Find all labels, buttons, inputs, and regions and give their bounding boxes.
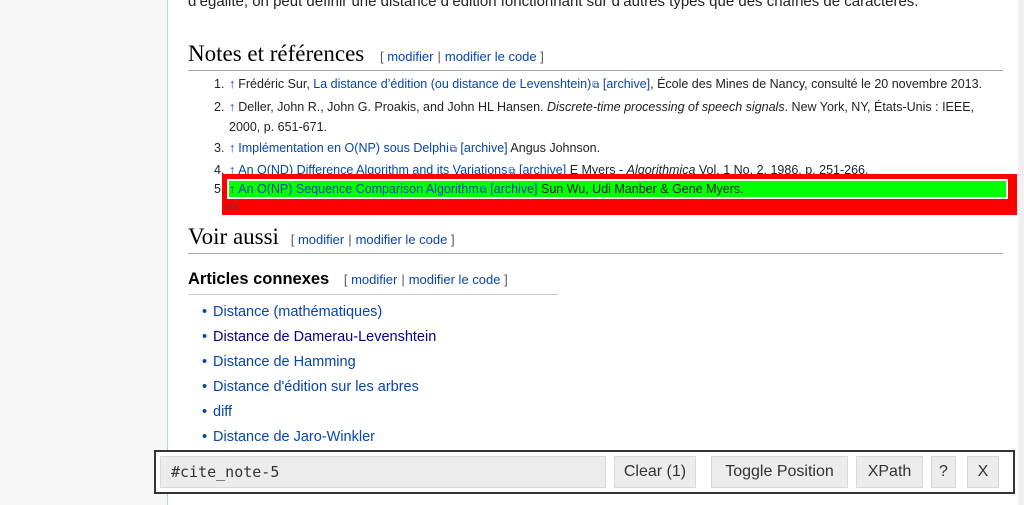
reference-item-5: 5. ↑ An O(NP) Sequence Comparison Algorit… (188, 179, 1008, 202)
reference-link[interactable]: La distance d’édition (ou distance de Le… (313, 77, 591, 91)
help-button[interactable]: ? (931, 456, 956, 488)
intro-text-tail: d’égalité, on peut définir une distance … (188, 0, 919, 10)
clear-button[interactable]: Clear (1) (614, 456, 696, 488)
article-link[interactable]: Distance de Jaro-Winkler (213, 429, 375, 445)
edit-code-link[interactable]: modifier le code (356, 232, 448, 247)
scrollbar-track[interactable] (1018, 0, 1024, 505)
external-link-icon: ⧉ (479, 185, 487, 196)
section-heading-voir-aussi: Voir aussi [ modifier | modifier le code ] (188, 224, 1003, 254)
section-title: Notes et références (188, 41, 365, 66)
external-link-icon: ⧉ (449, 143, 457, 155)
list-item: • Distance de Hamming (202, 350, 436, 375)
edit-link[interactable]: modifier (387, 49, 433, 64)
selector-highlight-label: ol li (225, 202, 238, 211)
article-page: d’égalité, on peut définir une distance … (167, 0, 1024, 505)
reference-item-3: 3. ↑ Implémentation en O(NP) sous Delphi⧉… (188, 138, 1008, 161)
bullet-icon: • (202, 354, 208, 370)
article-link[interactable]: Distance d'édition sur les arbres (213, 379, 419, 395)
edit-section-links: [ modifier | modifier le code ] (343, 272, 508, 287)
selector-toolbar: #cite_note-5 Clear (1) Toggle Position X… (154, 450, 1015, 494)
reference-link[interactable]: Implémentation en O(NP) sous Delphi (238, 141, 449, 155)
reference-link[interactable]: An O(NP) Sequence Comparison Algorithm (238, 182, 478, 196)
edit-section-links: [ modifier | modifier le code ] (290, 232, 455, 247)
edit-link[interactable]: modifier (298, 232, 344, 247)
external-link-icon: ⧉ (592, 80, 600, 91)
bullet-icon: • (202, 429, 208, 445)
section-heading-notes: Notes et références [ modifier | modifier … (188, 41, 1003, 71)
list-item: • diff (202, 400, 436, 425)
archive-link[interactable]: [archive] (603, 77, 650, 91)
edit-link[interactable]: modifier (351, 272, 397, 287)
selector-input[interactable]: #cite_note-5 (160, 456, 606, 488)
bullet-icon: • (202, 304, 208, 320)
edit-code-link[interactable]: modifier le code (409, 272, 501, 287)
back-link[interactable]: ↑ (229, 77, 235, 91)
references-list: 1. ↑ Frédéric Sur, La distance d’édition … (188, 74, 1008, 183)
subsection-title: Articles connexes (188, 270, 330, 288)
back-link[interactable]: ↑ (229, 100, 235, 114)
bullet-icon: • (202, 404, 208, 420)
article-link[interactable]: diff (213, 404, 232, 420)
related-articles-list: • Distance (mathématiques) • Distance de D… (202, 300, 436, 450)
archive-link[interactable]: [archive] (460, 141, 507, 155)
close-button[interactable]: X (967, 456, 999, 488)
archive-link[interactable]: [archive] (490, 182, 537, 196)
reference-item-2: 2. ↑ Deller, John R., John G. Proakis, an… (214, 99, 975, 135)
edit-code-link[interactable]: modifier le code (445, 49, 537, 64)
article-link[interactable]: Distance de Hamming (213, 354, 356, 370)
subsection-heading-articles-connexes: Articles connexes [ modifier | modifier le… (188, 270, 558, 295)
back-link[interactable]: ↑ (229, 141, 235, 155)
bullet-icon: • (202, 329, 208, 345)
reference-item-1: 1. ↑ Frédéric Sur, La distance d’édition … (188, 74, 1008, 97)
section-title: Voir aussi (188, 224, 279, 249)
list-item: • Distance de Damerau-Levenshtein (202, 325, 436, 350)
article-link[interactable]: Distance de Damerau-Levenshtein (213, 329, 436, 345)
xpath-button[interactable]: XPath (856, 456, 923, 488)
edit-section-links: [ modifier | modifier le code ] (379, 49, 544, 64)
list-item: • Distance (mathématiques) (202, 300, 436, 325)
list-item: • Distance d'édition sur les arbres (202, 375, 436, 400)
bullet-icon: • (202, 379, 208, 395)
toggle-position-button[interactable]: Toggle Position (711, 456, 848, 488)
list-item: • Distance de Jaro-Winkler (202, 425, 436, 450)
article-link[interactable]: Distance (mathématiques) (213, 304, 382, 320)
back-link[interactable]: ↑ (229, 182, 235, 196)
